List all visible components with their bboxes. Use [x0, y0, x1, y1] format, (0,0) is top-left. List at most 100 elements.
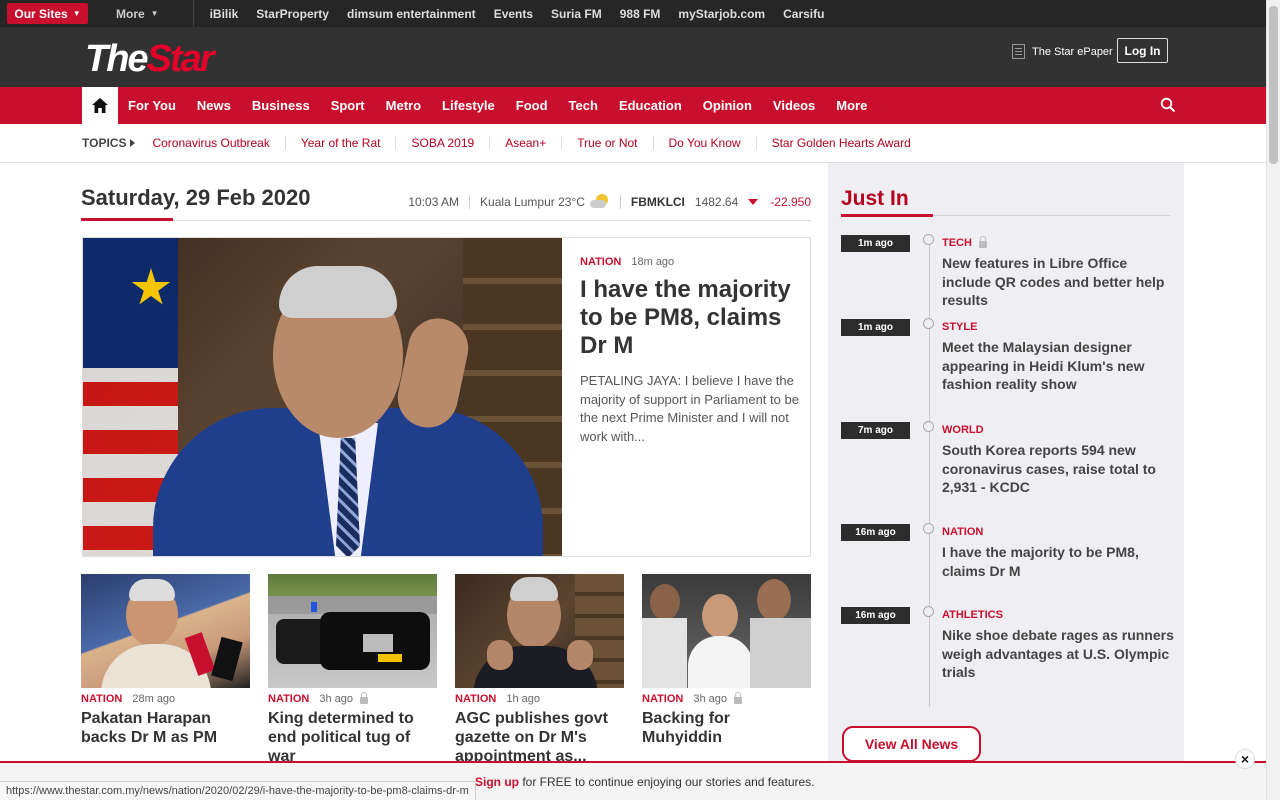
story-image[interactable]: [642, 574, 811, 688]
card-category[interactable]: NATION: [642, 693, 683, 705]
story-card[interactable]: NATION 3h ago Backing for Muhyiddin: [642, 574, 811, 747]
just-in-category[interactable]: WORLD: [942, 424, 1174, 436]
feature-image[interactable]: [83, 238, 562, 556]
site-link-carsifu[interactable]: Carsifu: [783, 7, 824, 21]
feature-headline[interactable]: I have the majority to be PM8, claims Dr…: [580, 276, 800, 360]
our-sites-label: Our Sites: [14, 6, 68, 21]
topic-true-or-not[interactable]: True or Not: [561, 136, 652, 150]
timeline-dot: [923, 606, 934, 617]
masthead: The Star The Star ePaper Log In: [0, 27, 1266, 87]
story-card[interactable]: NATION 3h ago King determined to end pol…: [268, 574, 437, 766]
view-all-news-button[interactable]: View All News: [842, 726, 981, 762]
card-title[interactable]: Backing for Muhyiddin: [642, 709, 811, 747]
card-category[interactable]: NATION: [81, 693, 122, 705]
feature-text: NATION 18m ago I have the majority to be…: [580, 256, 800, 446]
lock-icon: [978, 235, 987, 248]
topic-do-you-know[interactable]: Do You Know: [652, 136, 756, 150]
site-link-mystarjob[interactable]: myStarjob.com: [678, 7, 765, 21]
site-link-events[interactable]: Events: [494, 7, 533, 21]
topic-soba[interactable]: SOBA 2019: [395, 136, 489, 150]
nav-tech[interactable]: Tech: [569, 98, 598, 113]
site-link-dimsum[interactable]: dimsum entertainment: [347, 7, 476, 21]
just-in-headline[interactable]: Nike shoe debate rages as runners weigh …: [942, 626, 1174, 682]
feature-category[interactable]: NATION: [580, 256, 621, 268]
signup-rest: for FREE to continue enjoying our storie…: [519, 775, 815, 789]
login-button[interactable]: Log In: [1117, 38, 1168, 63]
our-sites-dropdown[interactable]: Our Sites ▼: [7, 3, 88, 24]
nav-opinion[interactable]: Opinion: [703, 98, 752, 113]
card-category[interactable]: NATION: [455, 693, 496, 705]
timeline-dot: [923, 318, 934, 329]
topic-coronavirus[interactable]: Coronavirus Outbreak: [135, 136, 284, 150]
date-underline: [81, 218, 173, 221]
card-category[interactable]: NATION: [268, 693, 309, 705]
just-in-timestamp: 16m ago: [841, 607, 910, 624]
page-scrollbar[interactable]: [1266, 0, 1280, 800]
story-card[interactable]: NATION 1h ago AGC publishes govt gazette…: [455, 574, 624, 766]
home-icon: [92, 98, 108, 113]
title-underline: [841, 214, 933, 217]
more-sites-label: More: [116, 6, 145, 21]
card-title[interactable]: AGC publishes govt gazette on Dr M's app…: [455, 709, 624, 766]
just-in-headline[interactable]: I have the majority to be PM8, claims Dr…: [942, 543, 1174, 580]
feature-story[interactable]: NATION 18m ago I have the majority to be…: [82, 237, 811, 557]
story-image[interactable]: [268, 574, 437, 688]
topic-golden-hearts[interactable]: Star Golden Hearts Award: [755, 136, 926, 150]
nav-more[interactable]: More: [836, 98, 867, 113]
epaper-link[interactable]: The Star ePaper: [1012, 44, 1113, 59]
epaper-label: The Star ePaper: [1032, 45, 1113, 58]
nav-lifestyle[interactable]: Lifestyle: [442, 98, 495, 113]
just-in-category[interactable]: NATION: [942, 526, 1174, 538]
search-button[interactable]: [1160, 97, 1176, 113]
timeline-dot: [923, 421, 934, 432]
sites-bar: Our Sites ▼ More ▼ iBilik StarProperty d…: [0, 0, 1266, 27]
card-title[interactable]: King determined to end political tug of …: [268, 709, 437, 766]
topic-asean[interactable]: Asean+: [489, 136, 561, 150]
just-in-title: Just In: [841, 187, 909, 210]
nav-business[interactable]: Business: [252, 98, 310, 113]
just-in-category[interactable]: TECH: [942, 235, 1174, 249]
feature-summary: PETALING JAYA: I believe I have the majo…: [580, 373, 799, 444]
weather-text: Kuala Lumpur 23°C: [480, 195, 585, 209]
signup-link[interactable]: Sign up: [475, 775, 519, 789]
card-timestamp: 3h ago: [319, 693, 354, 705]
site-link-ibilik[interactable]: iBilik: [210, 7, 239, 21]
timeline-line: [929, 241, 930, 707]
trend-down-icon: [748, 199, 759, 205]
topic-year-of-rat[interactable]: Year of the Rat: [284, 136, 396, 150]
site-link-starproperty[interactable]: StarProperty: [256, 7, 329, 21]
feature-timestamp: 18m ago: [631, 256, 675, 268]
just-in-category[interactable]: ATHLETICS: [942, 609, 1174, 621]
nav-videos[interactable]: Videos: [773, 98, 815, 113]
close-icon[interactable]: ×: [1235, 749, 1255, 769]
site-link-988-fm[interactable]: 988 FM: [620, 7, 661, 21]
just-in-body: ATHLETICS Nike shoe debate rages as runn…: [942, 609, 1174, 682]
story-image[interactable]: [81, 574, 250, 688]
nav-for-you[interactable]: For You: [128, 98, 176, 113]
card-meta: NATION 28m ago: [81, 693, 250, 705]
timeline-dot: [923, 234, 934, 245]
thestar-logo[interactable]: The Star: [85, 33, 214, 81]
just-in-body: TECH New features in Libre Office includ…: [942, 235, 1174, 310]
just-in-headline[interactable]: Meet the Malaysian designer appearing in…: [942, 338, 1174, 394]
divider: [192, 0, 194, 27]
just-in-headline[interactable]: South Korea reports 594 new coronavirus …: [942, 441, 1174, 497]
just-in-timestamp: 1m ago: [841, 235, 910, 252]
nav-food[interactable]: Food: [516, 98, 548, 113]
story-image[interactable]: [455, 574, 624, 688]
card-title[interactable]: Pakatan Harapan backs Dr M as PM: [81, 709, 250, 747]
more-sites-dropdown[interactable]: More ▼: [116, 7, 159, 21]
just-in-headline[interactable]: New features in Libre Office include QR …: [942, 254, 1174, 310]
nav-news[interactable]: News: [197, 98, 231, 113]
divider: [619, 195, 621, 209]
just-in-category[interactable]: STYLE: [942, 321, 1174, 333]
site-link-suria-fm[interactable]: Suria FM: [551, 7, 602, 21]
nav-education[interactable]: Education: [619, 98, 682, 113]
just-in-body: STYLE Meet the Malaysian designer appear…: [942, 321, 1174, 394]
story-card[interactable]: NATION 28m ago Pakatan Harapan backs Dr …: [81, 574, 250, 747]
home-button[interactable]: [82, 87, 118, 124]
scrollbar-thumb[interactable]: [1269, 6, 1278, 164]
nav-sport[interactable]: Sport: [331, 98, 365, 113]
nav-metro[interactable]: Metro: [386, 98, 421, 113]
page-date: Saturday, 29 Feb 2020: [81, 185, 311, 210]
